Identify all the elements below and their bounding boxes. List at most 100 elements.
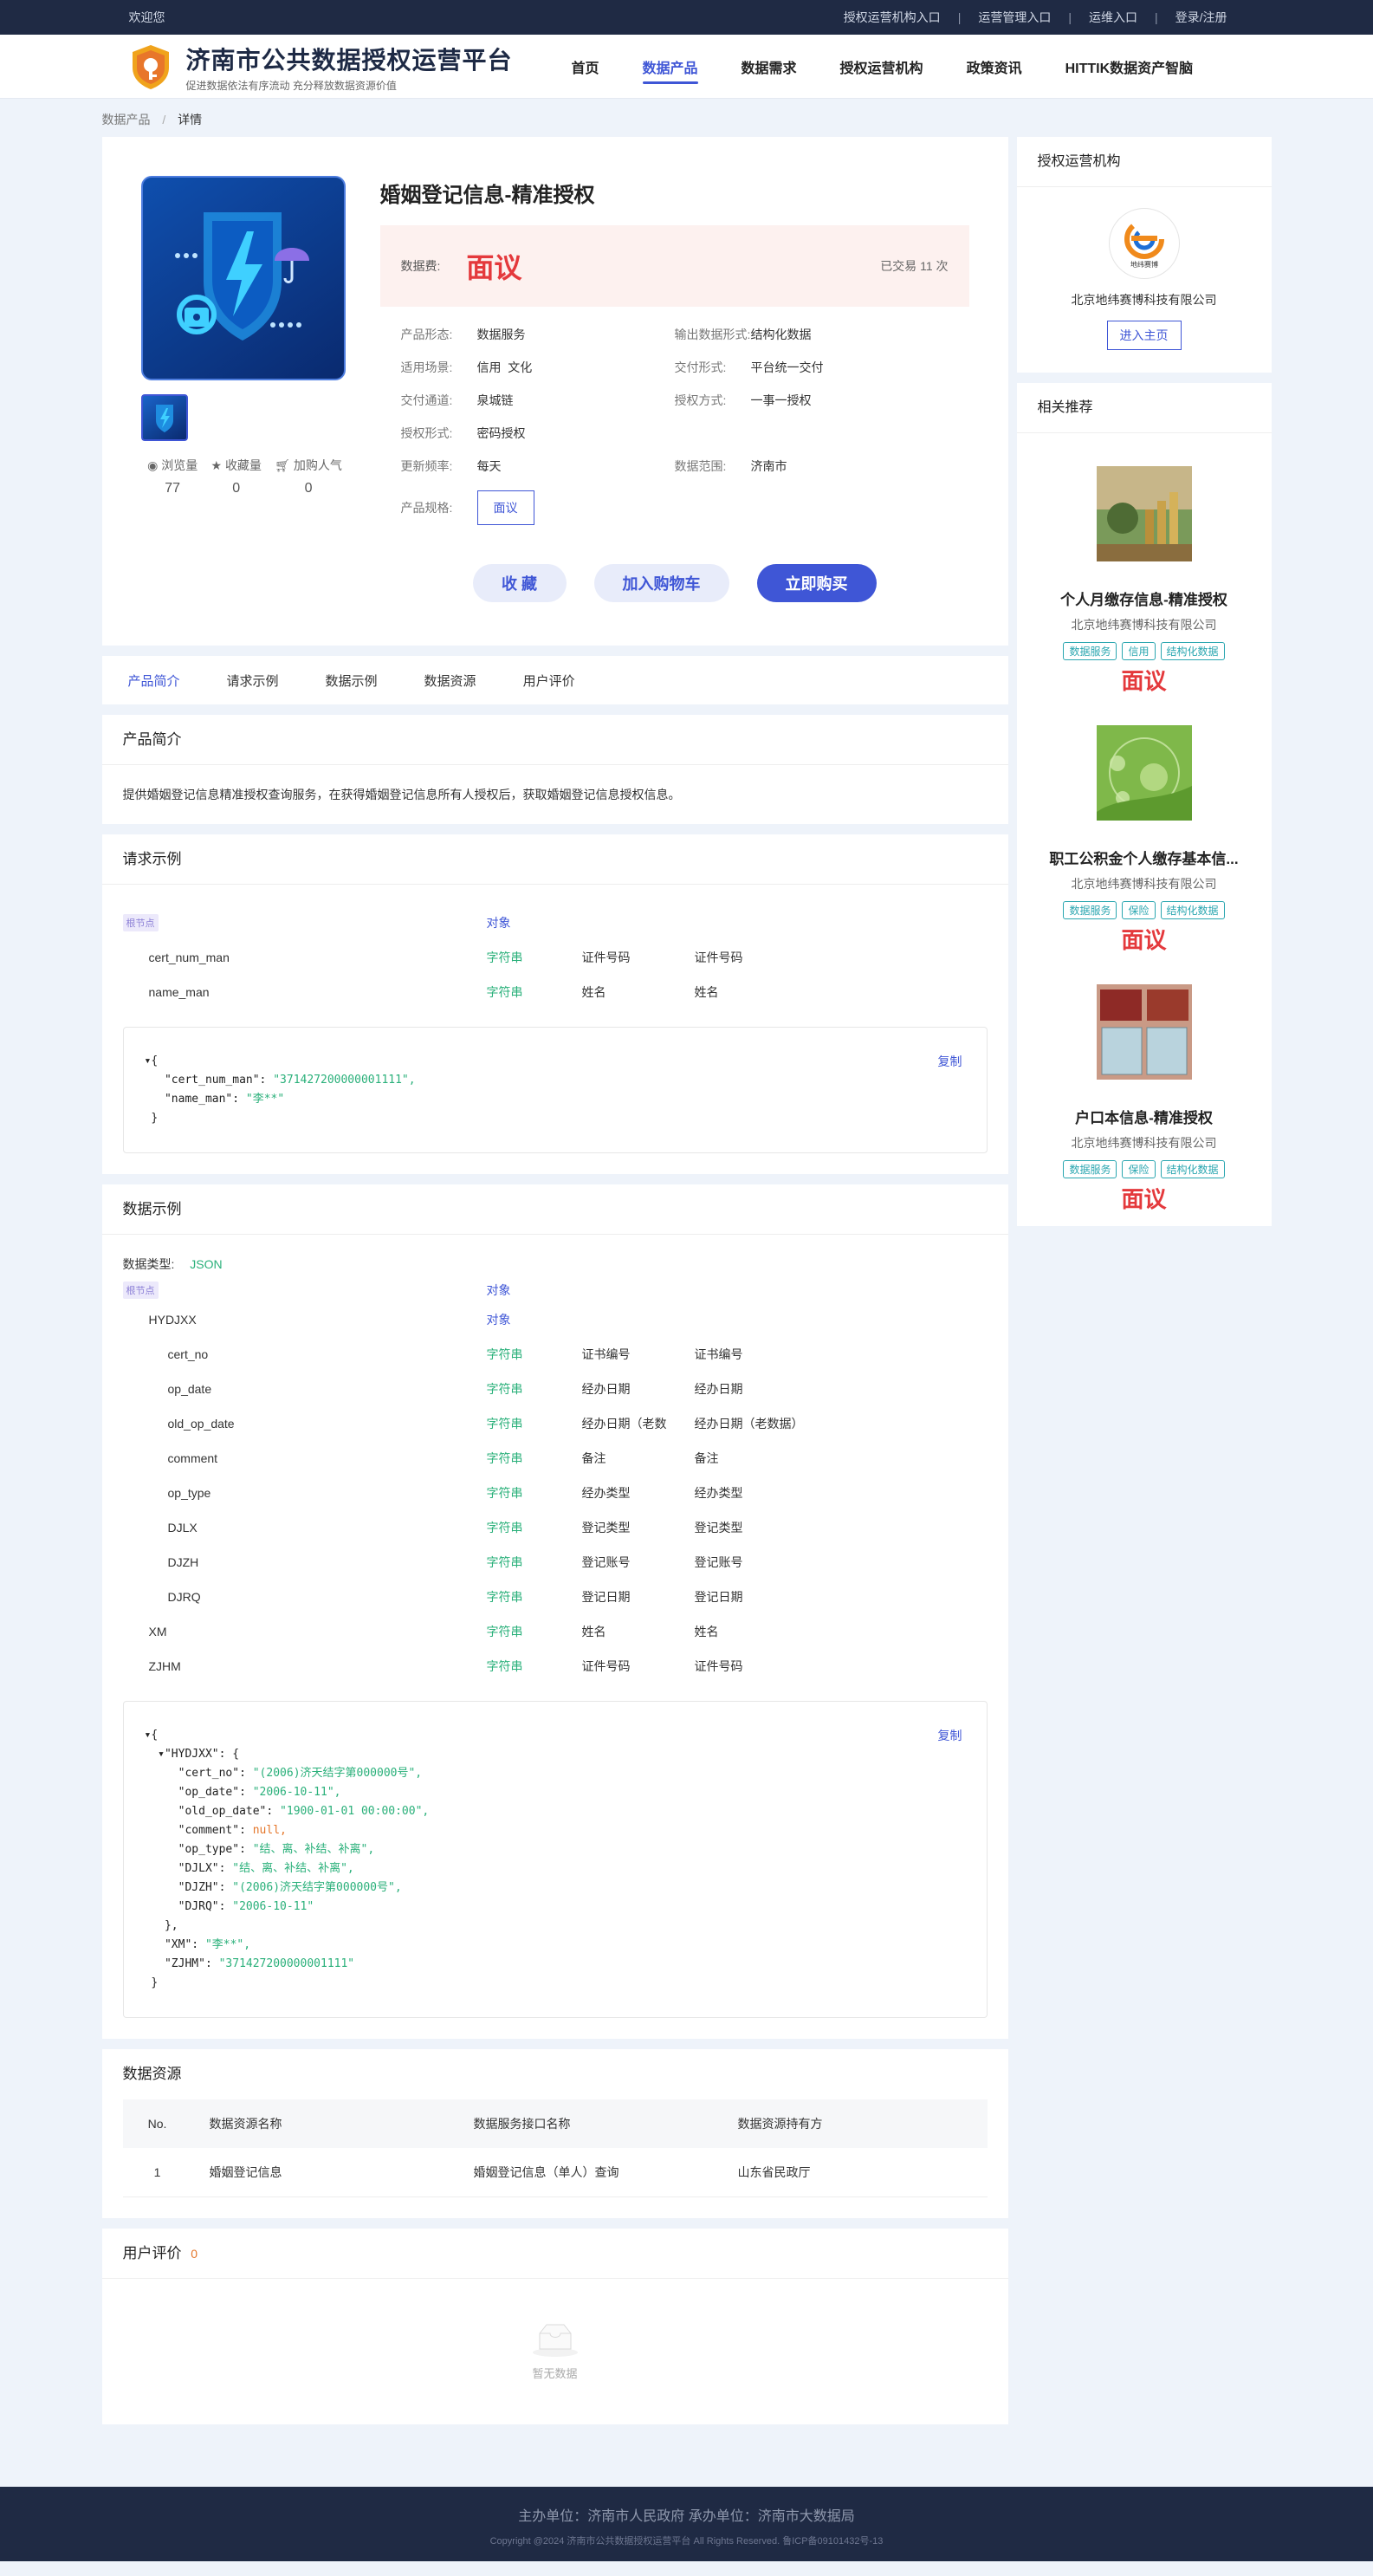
field-row: XM 字符串 姓名 姓名 (123, 1614, 988, 1649)
code-line: "DJRQ": "2006-10-11" (144, 1900, 314, 1913)
tab-request-example[interactable]: 请求示例 (227, 672, 279, 690)
copy-button[interactable]: 复制 (938, 1726, 962, 1745)
tag: 结构化数据 (1160, 642, 1225, 660)
cell-holder: 山东省民政厅 (720, 2148, 988, 2197)
nav-data-brain[interactable]: HITTIK数据资产智脑 (1065, 36, 1194, 98)
attribute-key: 适用场景: (400, 360, 453, 374)
field-name: op_type (167, 1486, 211, 1500)
nav-policy-news[interactable]: 政策资讯 (967, 36, 1022, 98)
attribute-item: 适用场景: 信用 文化 (401, 359, 675, 376)
nav-data-products[interactable]: 数据产品 (642, 36, 698, 98)
tab-data-example[interactable]: 数据示例 (326, 672, 378, 690)
stat-label: 收藏量 (224, 458, 262, 472)
attribute-item: 交付形式: 平台统一交付 (675, 359, 949, 376)
stat-value: 0 (304, 481, 313, 496)
data-json-block: 复制 ▾{ ▾"HYDJXX": { "cert_no": "(2006)济天结… (122, 1701, 988, 2018)
field-desc: 经办类型 (694, 1486, 743, 1500)
code-line: } (144, 1112, 159, 1125)
table-header-row: No. 数据资源名称 数据服务接口名称 数据资源持有方 (122, 2099, 988, 2148)
field-row: cert_num_man 字符串 证件号码 证件号码 (123, 940, 988, 975)
product-card: ◉ 浏览量 77 ★ 收藏量 0 🛒︎ 加购人气 0 婚姻登记信息-精准授权 数… (101, 137, 1008, 646)
buy-now-button[interactable]: 立即购买 (756, 564, 877, 602)
login-register-link[interactable]: 登录/注册 (1158, 9, 1245, 26)
recommendation-tags: 数据服务 保险 结构化数据 (1026, 1160, 1263, 1178)
recommendation-price: 面议 (1121, 927, 1167, 953)
field-label: 登记账号 (581, 1555, 631, 1569)
site-logo[interactable]: 济南市公共数据授权运营平台 促进数据依法有序流动 充分释放数据资源价值 (126, 42, 550, 93)
cart-icon: 🛒︎ (275, 458, 290, 472)
field-row: ZJHM 字符串 证件号码 证件号码 (123, 1649, 988, 1684)
stat-label: 加购人气 (293, 458, 342, 472)
attribute-item: 产品形态: 数据服务 (401, 326, 675, 343)
field-name: DJZH (167, 1555, 199, 1569)
field-type: 字符串 (486, 1451, 523, 1465)
col-interface-name: 数据服务接口名称 (456, 2099, 721, 2148)
star-icon: ★ (210, 458, 223, 472)
stat-value: 77 (165, 481, 181, 496)
recommendation-org: 北京地纬赛博科技有限公司 (1071, 877, 1217, 891)
attribute-key: 交付通道: (400, 393, 453, 407)
nav-data-demand[interactable]: 数据需求 (742, 36, 797, 98)
field-row: comment 字符串 备注 备注 (123, 1441, 988, 1476)
attribute-key: 输出数据形式: (674, 328, 751, 341)
code-line: }, (144, 1919, 178, 1932)
copy-button[interactable]: 复制 (938, 1052, 962, 1071)
tag: 数据服务 (1063, 642, 1117, 660)
field-type: 字符串 (486, 1555, 523, 1569)
tab-data-resources[interactable]: 数据资源 (424, 672, 476, 690)
attribute-item: 更新频率: 每天 (401, 457, 675, 475)
code-line: "op_date": "2006-10-11", (144, 1786, 341, 1799)
recommendation-org: 北京地纬赛博科技有限公司 (1071, 618, 1217, 632)
recommendation-tags: 数据服务 信用 结构化数据 (1026, 642, 1263, 660)
field-type: 字符串 (486, 951, 523, 964)
product-stats: ◉ 浏览量 77 ★ 收藏量 0 🛒︎ 加购人气 0 (141, 457, 349, 496)
code-line: "cert_no": "(2006)济天结字第000000号", (144, 1767, 423, 1780)
section-title: 产品简介 (101, 715, 1008, 765)
recommendation-title: 户口本信息-精准授权 (1075, 1110, 1213, 1126)
stat-favorites: ★ 收藏量 0 (210, 457, 261, 496)
attribute-item: 授权形式: 密码授权 (401, 425, 675, 442)
recommendation-item[interactable]: 个人月缴存信息-精准授权 北京地纬赛博科技有限公司 数据服务 信用 结构化数据 … (1017, 449, 1272, 708)
col-holder: 数据资源持有方 (720, 2099, 988, 2148)
add-to-cart-button[interactable]: 加入购物车 (593, 564, 729, 602)
nav-operators[interactable]: 授权运营机构 (840, 36, 923, 98)
favorite-button[interactable]: 收 藏 (472, 564, 567, 602)
recommendation-item[interactable]: 职工公积金个人缴存基本信... 北京地纬赛博科技有限公司 数据服务 保险 结构化… (1017, 708, 1272, 967)
section-title: 数据示例 (101, 1184, 1008, 1235)
svg-text:地纬赛博: 地纬赛博 (1130, 260, 1158, 269)
tag: 结构化数据 (1160, 901, 1225, 919)
spec-label: 产品规格: (400, 501, 453, 515)
field-row: op_type 字符串 经办类型 经办类型 (123, 1476, 988, 1510)
product-title: 婚姻登记信息-精准授权 (379, 184, 595, 207)
recommendation-item[interactable]: 户口本信息-精准授权 北京地纬赛博科技有限公司 数据服务 保险 结构化数据 面议 (1017, 967, 1272, 1226)
spec-option-button[interactable]: 面议 (476, 490, 534, 525)
product-thumbnail[interactable] (140, 394, 188, 441)
breadcrumb-parent[interactable]: 数据产品 (102, 113, 151, 127)
attribute-value: 平台统一交付 (750, 360, 824, 374)
eye-icon: ◉ (147, 458, 159, 472)
tab-intro[interactable]: 产品简介 (128, 672, 180, 690)
root-node-tag: 根节点 (122, 914, 159, 931)
resources-table: No. 数据资源名称 数据服务接口名称 数据资源持有方 1 婚姻登记信息 婚姻登… (122, 2099, 988, 2197)
attribute-value: 泉城链 (476, 393, 514, 407)
field-type: 字符串 (486, 1590, 523, 1604)
nav-home[interactable]: 首页 (572, 36, 599, 98)
attribute-key: 授权形式: (400, 426, 453, 440)
ops-entry-link[interactable]: 运营管理入口 (961, 9, 1068, 26)
site-header: 济南市公共数据授权运营平台 促进数据依法有序流动 充分释放数据资源价值 首页 数… (0, 35, 1373, 99)
maintenance-entry-link[interactable]: 运维入口 (1072, 9, 1155, 26)
top-bar: 欢迎您 授权运营机构入口 | 运营管理入口 | 运维入口 | 登录/注册 (0, 0, 1373, 35)
field-desc: 备注 (694, 1451, 719, 1465)
field-row-root: 根节点 对象 (122, 1278, 988, 1302)
enter-homepage-button[interactable]: 进入主页 (1106, 321, 1182, 350)
org-entry-link[interactable]: 授权运营机构入口 (826, 9, 958, 26)
empty-box-icon (532, 2324, 578, 2357)
intro-text: 提供婚姻登记信息精准授权查询服务，在获得婚姻登记信息所有人授权后，获取婚姻登记信… (122, 788, 681, 801)
tag: 结构化数据 (1160, 1160, 1225, 1178)
org-logo: 地纬赛博 (1108, 208, 1180, 279)
site-subtitle: 促进数据依法有序流动 充分释放数据资源价值 (185, 79, 397, 92)
attribute-item (675, 425, 949, 442)
field-label: 姓名 (581, 985, 606, 999)
tab-user-reviews[interactable]: 用户评价 (523, 672, 575, 690)
breadcrumb-current: 详情 (178, 113, 203, 127)
